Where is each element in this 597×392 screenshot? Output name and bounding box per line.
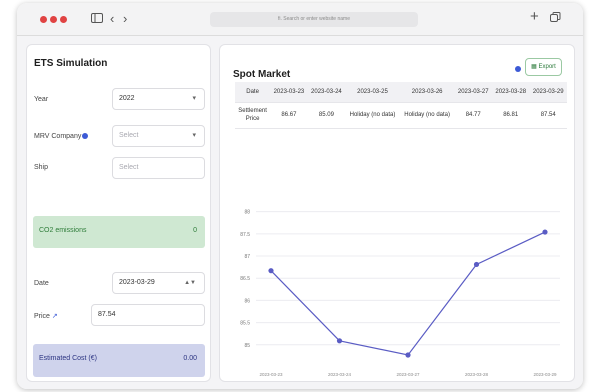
x-tick-label: 2023-03-23 [259,372,283,377]
data-point [473,261,480,268]
spot-market-panel: Spot Market ▦ Export Date 2023-03-23 202… [219,44,575,382]
price-label: Price ↗ [34,312,58,320]
price-value: 87.54 [98,311,116,318]
tabs-icon[interactable] [550,11,561,27]
year-select[interactable]: 2022 ▾ [112,88,205,110]
x-tick-label: 2023-03-28 [465,372,489,377]
ship-placeholder: Select [119,164,139,171]
maximize-window-dot[interactable] [60,16,67,23]
x-tick-label: 2023-03-27 [396,372,420,377]
y-tick-label: 87 [244,254,250,260]
mrv-company-select[interactable]: Select ▾ [112,125,205,147]
y-tick-label: 86.5 [240,276,250,282]
stepper-icon[interactable]: ▲▼ [184,273,196,293]
price-label-text: Price [34,313,50,320]
plus-icon[interactable]: + [530,9,539,25]
browser-titlebar: ‹ › fi. Search or enter website name + [17,3,583,36]
y-tick-label: 85.5 [240,321,250,327]
browser-window: ‹ › fi. Search or enter website name + E… [17,3,583,389]
mrv-company-placeholder: Select [119,132,139,139]
estimated-cost-box: Estimated Cost (€) 0.00 [33,344,205,377]
date-input[interactable]: 2023-03-29 ▲▼ [112,272,205,294]
co2-emissions-label: CO2 emissions [39,227,87,234]
ship-label: Ship [34,164,49,171]
y-tick-label: 87.5 [240,232,250,238]
data-point [405,352,411,358]
address-bar[interactable]: fi. Search or enter website name [210,12,418,27]
estimated-cost-label: Estimated Cost (€) [39,355,97,362]
chevron-right-icon[interactable]: › [123,11,127,27]
date-value: 2023-03-29 [119,279,155,286]
close-window-dot[interactable] [40,16,47,23]
ship-select[interactable]: Select [112,157,205,179]
chevron-down-icon: ▾ [192,95,196,102]
x-tick-label: 2023-03-24 [328,372,352,377]
mrv-company-label-text: MRV Company [34,133,82,140]
info-icon[interactable] [82,133,89,140]
external-link-icon[interactable]: ↗ [52,313,58,320]
x-tick-label: 2023-03-29 [533,372,557,377]
y-tick-label: 86 [244,298,250,304]
page-content: ETS Simulation Year 2022 ▾ MRV Company S… [17,36,583,389]
chevron-down-icon: ▾ [192,132,196,139]
ets-simulation-panel: ETS Simulation Year 2022 ▾ MRV Company S… [26,44,211,382]
minimize-window-dot[interactable] [50,16,57,23]
spot-market-line-chart: 85 85.5 86 86.5 87 87.5 88 2023-03-23 2023-03-24… [240,210,560,377]
year-value: 2022 [119,95,135,102]
y-tick-label: 85 [244,343,250,349]
y-tick-label: 88 [244,210,250,216]
chevron-left-icon[interactable]: ‹ [110,11,114,27]
data-point [268,268,274,274]
panel-title: ETS Simulation [34,58,108,69]
data-point [542,229,548,235]
estimated-cost-value: 0.00 [183,355,197,362]
co2-emissions-value: 0 [193,227,197,234]
year-label: Year [34,96,49,103]
price-input[interactable]: 87.54 [91,304,205,326]
mrv-company-label: MRV Company [34,133,89,140]
series-line [270,231,546,356]
co2-emissions-box: CO2 emissions 0 [33,216,205,248]
sidebar-icon[interactable] [91,11,103,27]
data-point [336,338,343,344]
date-label: Date [34,280,49,287]
